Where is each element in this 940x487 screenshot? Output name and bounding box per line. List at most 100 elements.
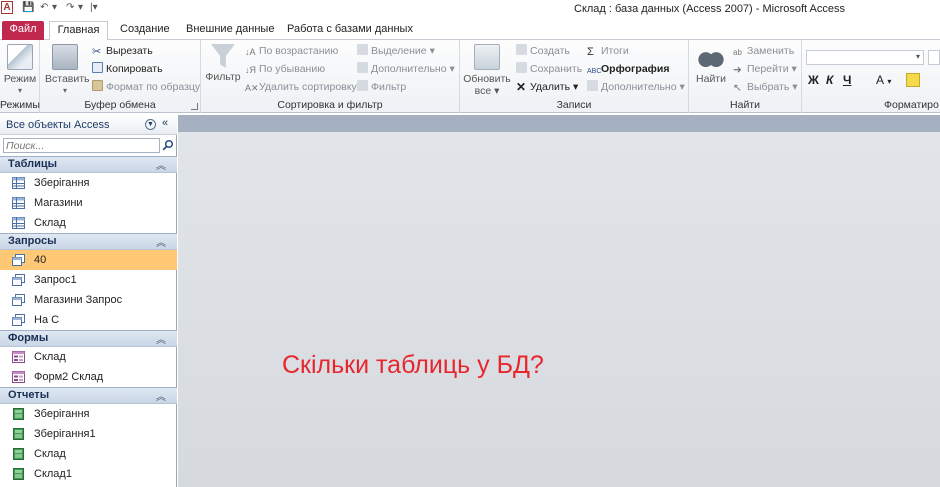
tab-create[interactable]: Создание (112, 21, 178, 40)
highlight-color-icon[interactable] (906, 73, 920, 87)
section-forms-header[interactable]: Формы ︽ (0, 330, 177, 347)
collapse-chevron-icon[interactable]: ︽ (156, 331, 166, 346)
font-name-dropdown[interactable]: ▾ (806, 50, 924, 65)
table-item[interactable]: Магазини (0, 193, 177, 213)
delete-button[interactable]: ✕ Удалить ▾ (516, 80, 578, 94)
replace-label: Заменить (747, 45, 795, 57)
font-size-dropdown[interactable] (928, 50, 940, 65)
refresh-all-button[interactable]: Обновить все ▾ (463, 44, 511, 97)
section-tables-header[interactable]: Таблицы ︽ (0, 156, 177, 173)
undo-dropdown-icon[interactable]: ▾ (52, 2, 57, 14)
remove-sort-label: Удалить сортировку (259, 81, 357, 93)
group-clipboard-label: Буфер обмена (84, 99, 156, 111)
paste-button[interactable]: Вставить ▾ (45, 44, 90, 97)
report-icon (13, 428, 24, 440)
cut-button[interactable]: ✂ Вырезать (92, 44, 153, 58)
report-item[interactable]: Зберігання (0, 404, 177, 424)
spelling-icon: ABC (587, 68, 602, 75)
redo-dropdown-icon[interactable]: ▾ (78, 2, 83, 14)
undo-icon[interactable]: ↶ (40, 2, 48, 14)
copy-button[interactable]: Копировать (92, 62, 163, 76)
toggle-filter-button[interactable]: Фильтр (357, 80, 406, 94)
section-forms-title: Формы (8, 332, 49, 344)
more-records-button[interactable]: Дополнительно ▾ (587, 80, 685, 94)
access-app-icon[interactable]: A (1, 1, 13, 14)
spelling-button[interactable]: ABCОрфография (587, 62, 669, 77)
format-painter-button[interactable]: Формат по образцу (92, 80, 200, 94)
tab-database-tools[interactable]: Работа с базами данных (279, 21, 421, 40)
group-find: Найти ab Заменить ➜ Перейти ▾ ↖ Выбрать ▾ Н… (689, 40, 802, 113)
italic-button[interactable]: К (826, 73, 833, 87)
report-icon (13, 448, 24, 460)
query-item[interactable]: Магазини Запрос (0, 290, 177, 310)
window-title: Склад : база данных (Access 2007) - Micr… (574, 3, 846, 15)
report-item[interactable]: Зберігання1 (0, 424, 177, 444)
form-item[interactable]: Форм2 Склад (0, 367, 177, 387)
save-record-button[interactable]: Сохранить (516, 62, 582, 76)
select-label: Выбрать (747, 81, 790, 93)
form-item[interactable]: Склад (0, 347, 177, 367)
report-item[interactable]: Склад (0, 444, 177, 464)
customize-toolbar-icon[interactable]: |▾ (90, 2, 98, 14)
font-color-button[interactable]: А ▾ (876, 73, 891, 89)
filter-label: Фильтр (205, 71, 241, 83)
select-button[interactable]: ↖ Выбрать ▾ (733, 80, 798, 94)
redo-icon[interactable]: ↷ (66, 2, 74, 14)
bold-button[interactable]: Ж (808, 73, 819, 87)
underline-button[interactable]: Ч (843, 73, 851, 87)
search-input[interactable] (6, 139, 156, 152)
goto-button[interactable]: ➜ Перейти ▾ (733, 62, 797, 76)
tab-home[interactable]: Главная (49, 21, 108, 41)
tab-file[interactable]: Файл (2, 21, 44, 40)
filter-button[interactable]: Фильтр (205, 44, 241, 83)
view-button[interactable]: Режим ▾ (3, 44, 37, 97)
sort-descending-button[interactable]: ↓Я По убыванию (245, 62, 325, 76)
section-reports-header[interactable]: Отчеты ︽ (0, 387, 177, 404)
query-icon (12, 294, 25, 306)
table-item[interactable]: Склад (0, 213, 177, 233)
remove-sort-icon: A✕ (245, 83, 259, 93)
query-item-selected[interactable]: 40 (0, 250, 177, 270)
navigation-pane: Все объекты Access ▼ « Таблицы ︽ Зберіга… (0, 115, 177, 487)
remove-sort-button[interactable]: A✕Удалить сортировку (245, 80, 357, 94)
section-queries-title: Запросы (8, 235, 57, 247)
replace-button[interactable]: ab Заменить (733, 44, 794, 58)
tab-external-data[interactable]: Внешние данные (178, 21, 282, 40)
more-dropdown-icon: ▾ (679, 81, 685, 93)
collapse-pane-icon[interactable]: « (162, 117, 168, 129)
collapse-chevron-icon[interactable]: ︽ (156, 157, 166, 172)
find-button[interactable]: Найти (693, 44, 729, 85)
group-views: Режим ▾ Режимы (0, 40, 40, 113)
query-item-label: 40 (34, 254, 47, 266)
collapse-chevron-icon[interactable]: ︽ (156, 388, 166, 403)
query-item-label: Запрос1 (34, 274, 77, 286)
copy-label: Копировать (106, 63, 163, 75)
collapse-chevron-icon[interactable]: ︽ (156, 234, 166, 249)
format-painter-icon (92, 80, 103, 91)
query-item[interactable]: На С (0, 310, 177, 330)
section-queries-header[interactable]: Запросы ︽ (0, 233, 177, 250)
section-reports: Отчеты ︽ Зберігання Зберігання1 Склад Ск… (0, 387, 177, 484)
new-record-button[interactable]: Создать (516, 44, 570, 58)
selection-filter-icon (357, 44, 368, 55)
report-item-label: Зберігання1 (34, 428, 96, 440)
copy-icon (92, 62, 103, 73)
query-item[interactable]: Запрос1 (0, 270, 177, 290)
search-icon[interactable] (162, 139, 174, 151)
view-icon (7, 44, 33, 70)
save-icon[interactable]: 💾 (22, 2, 34, 14)
nav-pane-header[interactable]: Все объекты Access ▼ « (0, 115, 177, 135)
sort-ascending-button[interactable]: ↓A По возрастанию (245, 44, 338, 58)
group-formatting-label: Форматиро (884, 99, 939, 111)
report-item[interactable]: Склад1 (0, 464, 177, 484)
clipboard-launcher-icon[interactable] (191, 103, 198, 110)
overlay-question-text: Скільки таблиць у БД? (282, 351, 544, 379)
nav-menu-dropdown-icon[interactable]: ▼ (145, 119, 156, 130)
group-sort-filter-label: Сортировка и фильтр (277, 99, 383, 111)
selection-button[interactable]: Выделение ▾ (357, 44, 435, 58)
font-color-label: А (876, 73, 885, 87)
new-record-label: Создать (530, 45, 570, 57)
table-item[interactable]: Зберігання (0, 173, 177, 193)
advanced-filter-button[interactable]: Дополнительно ▾ (357, 62, 455, 76)
totals-button[interactable]: Σ Итоги (587, 44, 629, 58)
